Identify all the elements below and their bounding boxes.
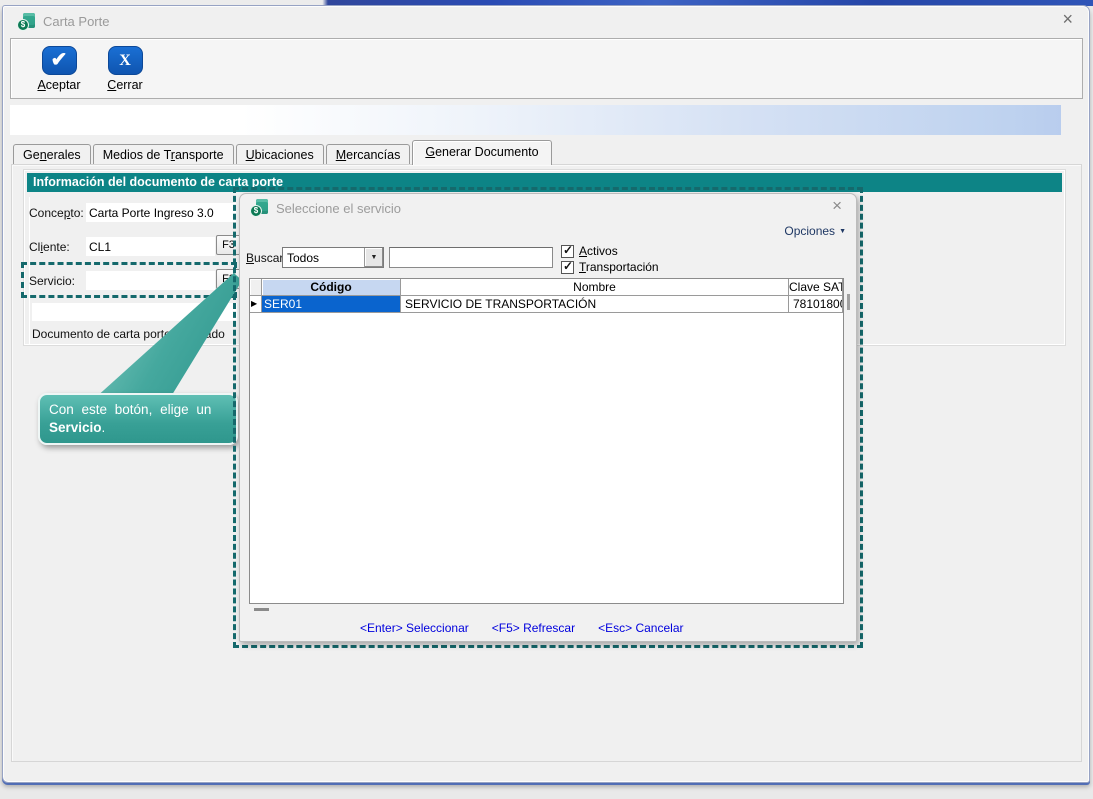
carta-porte-window: $ Carta Porte × ✔ Aceptar X Cerrar Gener… [2, 5, 1090, 783]
toolbar: ✔ Aceptar X Cerrar [10, 38, 1083, 99]
buscar-label: Buscar: [246, 251, 287, 265]
cerrar-button[interactable]: X Cerrar [97, 46, 153, 92]
dollar-badge-icon: $ [250, 205, 262, 217]
concepto-input[interactable] [86, 203, 236, 222]
cliente-label: Cliente: [29, 240, 70, 254]
seleccione-servicio-dialog: $ Seleccione el servicio × Opciones▼ Bus… [239, 193, 857, 642]
window-close-icon[interactable]: × [1062, 10, 1073, 28]
servicio-input[interactable] [86, 271, 215, 290]
codigo-cell[interactable]: SER01 [262, 296, 401, 313]
dialog-app-icon: $ [250, 199, 268, 217]
checkbox-icon: ✓ [561, 245, 574, 258]
dialog-close-icon[interactable]: × [832, 197, 842, 214]
buscar-filter-dropdown[interactable]: Todos ▼ [282, 247, 384, 268]
activos-label: Activos [579, 244, 618, 258]
checkbox-icon: ✓ [561, 261, 574, 274]
tab-strip: Generales Medios de Transporte Ubicacion… [13, 140, 554, 165]
x-icon: X [108, 46, 143, 75]
check-icon: ✔ [42, 46, 77, 75]
esc-cancelar-hint[interactable]: <Esc> Cancelar [598, 621, 683, 635]
tab-generales[interactable]: Generales [13, 144, 91, 165]
tab-mercancias[interactable]: Mercancías [326, 144, 411, 165]
callout-bold-text: Servicio [49, 420, 102, 435]
codigo-column-header[interactable]: Código [262, 279, 401, 296]
dropdown-arrow-icon[interactable]: ▼ [364, 248, 383, 267]
horizontal-scrollbar-thumb[interactable] [254, 608, 269, 611]
activos-checkbox[interactable]: ✓ Activos [561, 244, 618, 258]
servicio-label: Servicio: [29, 274, 75, 288]
selector-column-header[interactable] [250, 279, 262, 296]
f5-refrescar-hint[interactable]: <F5> Refrescar [492, 621, 575, 635]
clave-sat-column-header[interactable]: Clave SAT [789, 279, 843, 296]
nombre-cell[interactable]: SERVICIO DE TRANSPORTACIÓN [401, 296, 789, 313]
search-input[interactable] [389, 247, 553, 268]
transportacion-checkbox[interactable]: ✓ Transportación [561, 260, 659, 274]
tab-generar-documento[interactable]: Generar Documento [412, 140, 551, 165]
tab-medios-de-transporte[interactable]: Medios de Transporte [93, 144, 234, 165]
transportacion-label: Transportación [579, 260, 659, 274]
opciones-menu[interactable]: Opciones▼ [784, 224, 846, 238]
enter-seleccionar-hint[interactable]: <Enter> Seleccionar [360, 621, 469, 635]
table-row[interactable]: ▶ SER01 SERVICIO DE TRANSPORTACIÓN 78101… [250, 296, 843, 313]
aceptar-button[interactable]: ✔ Aceptar [31, 46, 87, 92]
cerrar-label: Cerrar [97, 78, 153, 92]
aceptar-label: Aceptar [31, 78, 87, 92]
services-table: Código Nombre Clave SAT ▶ SER01 SERVICIO… [249, 278, 844, 604]
nombre-column-header[interactable]: Nombre [401, 279, 789, 296]
dialog-footer: <Enter> Seleccionar <F5> Refrescar <Esc>… [360, 621, 684, 635]
tab-ubicaciones[interactable]: Ubicaciones [236, 144, 324, 165]
chevron-down-icon: ▼ [839, 228, 846, 235]
vertical-scrollbar-thumb[interactable] [847, 294, 850, 310]
callout-text: Con este botón, elige un [49, 402, 211, 417]
row-pointer-icon: ▶ [250, 296, 262, 313]
clave-sat-cell[interactable]: 78101800 [789, 296, 843, 313]
app-icon: $ [17, 13, 35, 31]
cliente-input[interactable] [86, 237, 215, 256]
dropdown-selected-value: Todos [287, 251, 319, 265]
help-callout: Con este botón, elige un Servicio. [38, 393, 238, 445]
window-titlebar[interactable]: $ Carta Porte × [3, 6, 1089, 37]
table-header-row: Código Nombre Clave SAT [250, 279, 843, 296]
dialog-title: Seleccione el servicio [276, 201, 401, 216]
window-title: Carta Porte [43, 14, 109, 29]
dialog-highlight-border: $ Seleccione el servicio × Opciones▼ Bus… [233, 187, 863, 648]
dollar-badge-icon: $ [17, 19, 29, 31]
header-gradient-band [10, 105, 1061, 135]
concepto-label: Concepto: [29, 206, 84, 220]
